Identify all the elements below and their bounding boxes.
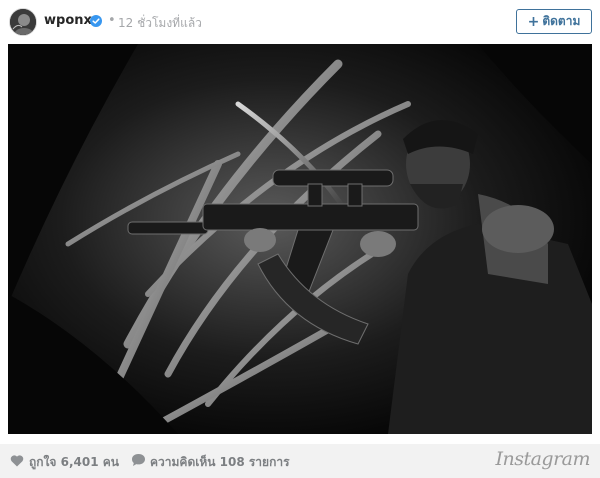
likes-count[interactable]: ถูกใจ 6,401 คน [29,453,119,472]
instagram-logo[interactable]: Instagram [495,448,590,470]
post-photo[interactable] [8,44,592,434]
username-link[interactable]: wponx [44,13,92,28]
separator-dot: • [108,13,116,28]
post-footer: ถูกใจ 6,401 คน ความคิดเห็น 108 รายการ In… [0,444,600,478]
avatar[interactable] [9,8,37,36]
heart-icon[interactable] [10,454,24,467]
comment-icon[interactable] [131,453,146,467]
comments-count[interactable]: ความคิดเห็น 108 รายการ [150,453,290,472]
verified-badge-icon [90,15,102,27]
follow-button[interactable]: + ติดตาม [516,9,592,34]
post-header: wponx • 12 ชั่วโมงที่แล้ว + ติดตาม [0,0,600,44]
post-timestamp[interactable]: 12 ชั่วโมงที่แล้ว [118,14,202,33]
photo-icon [8,44,592,434]
follow-button-label: ติดตาม [542,14,581,28]
plus-icon: + [527,13,540,30]
